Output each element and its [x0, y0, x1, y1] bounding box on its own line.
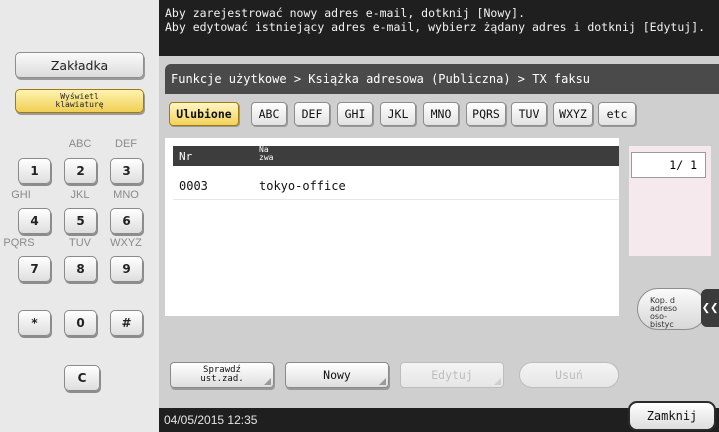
key-5[interactable]: 5 — [64, 208, 97, 234]
instruction-line-2: Aby edytować istniejący adres e-mail, wy… — [165, 20, 706, 34]
key-1[interactable]: 1 — [18, 158, 51, 184]
key-0[interactable]: 0 — [64, 310, 97, 336]
corner-mark-icon — [494, 378, 501, 385]
edit-label: Edytuj — [431, 368, 473, 382]
keypad-label-mno: MNO — [113, 189, 139, 201]
tab-wxyz[interactable]: WXYZ — [553, 102, 593, 126]
new-button[interactable]: Nowy — [285, 362, 389, 388]
instruction-line-1: Aby zarejestrować nowy adres e-mail, dot… — [165, 6, 526, 20]
show-keyboard-button[interactable]: Wyświetl klawiaturę — [15, 89, 144, 113]
instruction-message: Aby zarejestrować nowy adres e-mail, dot… — [159, 0, 719, 56]
status-datetime: 04/05/2015 12:35 — [164, 413, 258, 427]
check-settings-button[interactable]: Sprawdź ust.zad. — [170, 362, 274, 388]
table-row[interactable]: 0003 tokyo-office — [173, 175, 619, 197]
key-hash[interactable]: # — [110, 310, 143, 336]
tab-def[interactable]: DEF — [294, 102, 330, 126]
key-6[interactable]: 6 — [110, 208, 143, 234]
tab-ulubione[interactable]: Ulubione — [169, 102, 239, 126]
column-header-name-2: zwa — [259, 153, 274, 162]
corner-mark-icon — [264, 378, 271, 385]
key-8[interactable]: 8 — [64, 256, 97, 282]
key-3[interactable]: 3 — [110, 158, 143, 184]
keypad-label-jkl: JKL — [70, 189, 90, 201]
new-label: Nowy — [323, 368, 351, 382]
delete-label: Usuń — [555, 368, 583, 382]
corner-mark-icon — [379, 378, 386, 385]
page-indicator: 1/ 1 — [631, 152, 706, 178]
key-7[interactable]: 7 — [18, 256, 51, 282]
bookmark-label: Zakładka — [50, 57, 109, 73]
row-divider — [173, 199, 619, 200]
list-header: Nr Na zwa — [173, 146, 619, 166]
keypad-label-tuv: TUV — [69, 237, 91, 249]
check-settings-label-2: ust.zad. — [200, 374, 244, 384]
key-2[interactable]: 2 — [64, 158, 97, 184]
keypad-label-wxyz: WXYZ — [110, 237, 142, 249]
key-4[interactable]: 4 — [18, 208, 51, 234]
tab-tuv[interactable]: TUV — [511, 102, 547, 126]
row-name: tokyo-office — [259, 179, 346, 193]
key-9[interactable]: 9 — [110, 256, 143, 282]
keypad-label-ghi: GHI — [11, 189, 31, 201]
collapse-arrow-icon[interactable]: ❮❮ — [701, 289, 719, 327]
edit-button[interactable]: Edytuj — [400, 362, 504, 388]
key-star[interactable]: * — [18, 310, 51, 336]
key-clear[interactable]: C — [64, 365, 100, 391]
breadcrumb: Funkcje użytkowe > Książka adresowa (Pub… — [165, 64, 719, 94]
column-header-name: Na zwa — [259, 146, 273, 162]
row-nr: 0003 — [179, 179, 208, 193]
tab-jkl[interactable]: JKL — [380, 102, 416, 126]
copy-personal-address-button[interactable]: Kop. d adreso oso- bistyc — [637, 288, 707, 330]
show-keyboard-label-2: klawiaturę — [55, 100, 104, 109]
keypad-label-pqrs: PQRS — [3, 237, 35, 249]
close-button[interactable]: Zamknij — [628, 401, 716, 431]
tab-abc[interactable]: ABC — [251, 102, 287, 126]
keypad-label-abc: ABC — [68, 138, 92, 150]
bookmark-button[interactable]: Zakładka — [15, 52, 144, 78]
column-header-nr: Nr — [179, 150, 193, 163]
tab-etc[interactable]: etc — [598, 102, 636, 126]
keypad-label-def: DEF — [115, 138, 137, 150]
delete-button[interactable]: Usuń — [519, 362, 619, 388]
tab-pqrs[interactable]: PQRS — [466, 102, 506, 126]
tab-mno[interactable]: MNO — [423, 102, 459, 126]
tab-ghi[interactable]: GHI — [337, 102, 373, 126]
